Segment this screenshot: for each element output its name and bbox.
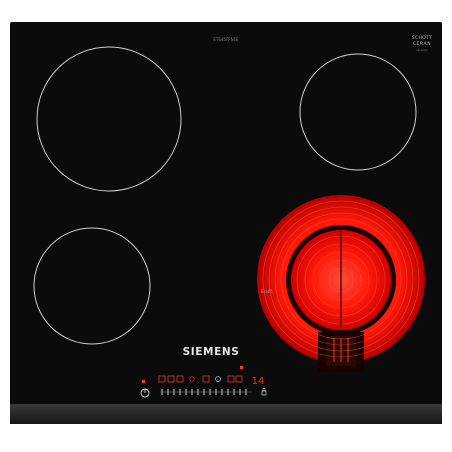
zone-label: Bratfl. (261, 289, 273, 294)
bottom-frame (10, 404, 442, 424)
ceran-text: CERAN (413, 41, 431, 47)
brand-logo: SIEMENS (183, 346, 240, 358)
power-level-display: 14 (252, 376, 265, 387)
ceramic-text: ceramic (416, 48, 428, 52)
top-code-text: ET645FFN1E (213, 37, 239, 42)
schott-text: SCHOTT (412, 35, 432, 41)
cooktop-svg: ET645FFN1E SCHOTT CERAN ceramic Bratfl. … (10, 22, 442, 424)
cooktop-product-photo: ET645FFN1E SCHOTT CERAN ceramic Bratfl. … (0, 0, 452, 452)
